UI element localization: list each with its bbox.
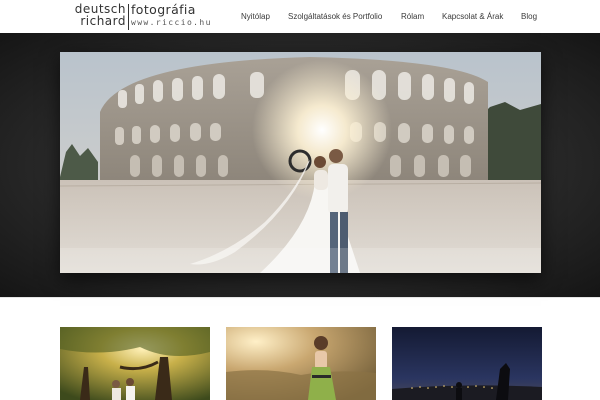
hero-caption-bar bbox=[60, 248, 541, 273]
thumb-image bbox=[392, 327, 542, 400]
nav-item-home[interactable]: Nyitólap bbox=[241, 11, 270, 23]
nav-item-blog[interactable]: Blog bbox=[521, 11, 537, 23]
nav-item-about[interactable]: Rólam bbox=[401, 11, 424, 23]
section-divider bbox=[0, 297, 600, 298]
gallery-thumb-green-dress[interactable] bbox=[226, 327, 376, 400]
main-nav: Nyitólap Szolgáltatások és Portfolio Ról… bbox=[0, 11, 600, 25]
hero-band bbox=[0, 33, 600, 297]
hero-image bbox=[60, 52, 541, 273]
nav-item-contact-prices[interactable]: Kapcsolat & Árak bbox=[442, 11, 503, 23]
gallery-thumb-night-city[interactable] bbox=[392, 327, 542, 400]
thumb-image bbox=[60, 327, 210, 400]
hero-slider[interactable] bbox=[60, 52, 541, 273]
gallery-thumb-couple-tree[interactable] bbox=[60, 327, 210, 400]
nav-item-services-portfolio[interactable]: Szolgáltatások és Portfolio bbox=[288, 11, 382, 23]
site-header: deutsch richard fotográfia www.riccio.hu… bbox=[0, 0, 600, 33]
thumb-image bbox=[226, 327, 376, 400]
